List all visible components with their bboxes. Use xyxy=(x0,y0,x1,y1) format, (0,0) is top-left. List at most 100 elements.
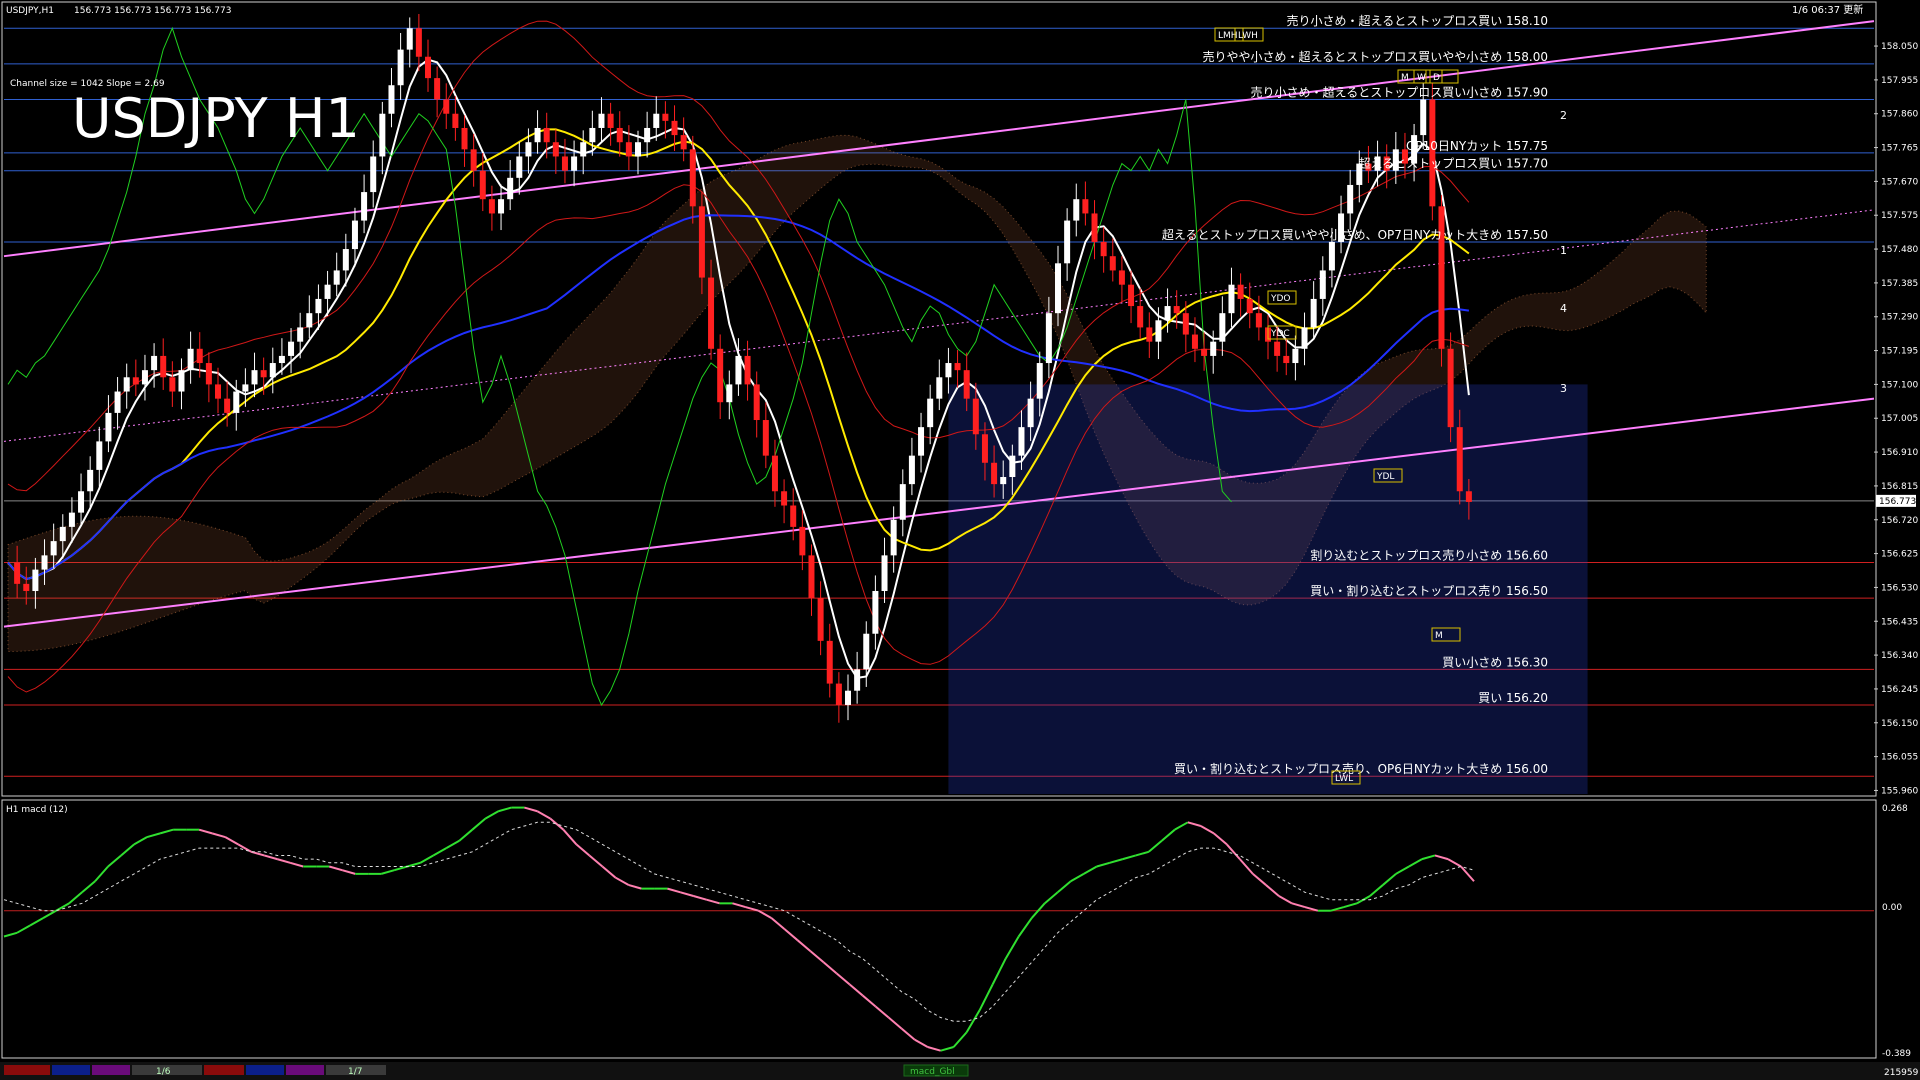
candle-body xyxy=(1274,341,1281,356)
current-price-label: 156.773 xyxy=(1879,497,1916,507)
axis-tick-label: 156.150 xyxy=(1881,719,1918,729)
fib-label: 4 xyxy=(1560,302,1567,315)
candle-body xyxy=(735,355,742,385)
candle-body xyxy=(981,434,988,463)
candle-body xyxy=(817,598,824,641)
candle-body xyxy=(616,127,623,143)
candle-body xyxy=(242,384,249,392)
candle-body xyxy=(561,156,568,171)
axis-tick-label: 156.245 xyxy=(1881,685,1918,695)
candle-body xyxy=(635,142,641,157)
candle-body xyxy=(488,199,495,214)
candle-body xyxy=(936,377,943,399)
candle-body xyxy=(388,85,395,114)
candle-body xyxy=(224,398,231,413)
marker-label: YDO xyxy=(1270,294,1291,304)
macd-label: H1 macd (12) xyxy=(6,805,68,815)
color-tab-blue-2[interactable] xyxy=(246,1065,284,1075)
candle-body xyxy=(1000,477,1007,485)
candle-body xyxy=(708,277,715,349)
color-tab-purple-2[interactable] xyxy=(286,1065,324,1075)
candle-body xyxy=(397,49,404,86)
candle-body xyxy=(205,363,212,385)
candle-body xyxy=(351,220,358,250)
marker-label: W xyxy=(1417,73,1426,83)
candle-body xyxy=(1055,263,1061,314)
marker-label: LWL xyxy=(1335,774,1353,784)
candle-body xyxy=(1045,313,1052,364)
candle-body xyxy=(963,370,970,399)
candle-body xyxy=(196,348,203,364)
candle-body xyxy=(945,363,952,378)
candle-body xyxy=(790,505,797,527)
candle-body xyxy=(662,113,669,121)
candle-body xyxy=(826,640,833,684)
axis-tick-label: 157.195 xyxy=(1881,347,1918,357)
candle-body xyxy=(32,569,39,591)
candle-body xyxy=(1283,355,1290,364)
candle-body xyxy=(178,370,185,392)
axis-tick-label: 157.860 xyxy=(1881,110,1918,120)
symbol-info: USDJPY,H1 xyxy=(6,6,54,16)
candle-body xyxy=(96,441,103,470)
axis-tick-label: 157.575 xyxy=(1881,211,1918,221)
candle-body xyxy=(872,590,879,634)
level-label: 買い小さめ 156.30 xyxy=(1442,655,1548,669)
axis-tick-label: 156.055 xyxy=(1881,753,1918,763)
candle-body xyxy=(1137,306,1144,328)
color-tab-blue[interactable] xyxy=(52,1065,90,1075)
candle-body xyxy=(498,199,505,214)
marker-label: YDL xyxy=(1376,472,1394,482)
candle-body xyxy=(863,633,870,670)
candle-body xyxy=(306,313,313,328)
candle-body xyxy=(333,270,340,285)
update-datetime: 1/6 06:37 更新 xyxy=(1792,3,1863,16)
macd-top-value: 0.268 xyxy=(1882,804,1908,814)
marker-label: D xyxy=(1433,73,1440,83)
candle-body xyxy=(1465,491,1472,502)
candle-body xyxy=(123,377,130,392)
candle-body xyxy=(315,298,322,314)
axis-tick-label: 158.050 xyxy=(1881,42,1918,52)
bottom-bar: 1/6 1/7 macd_Gbl 215959 xyxy=(0,1062,1920,1080)
candle-body xyxy=(1027,398,1034,428)
candle-body xyxy=(717,348,724,403)
candle-body xyxy=(342,249,349,271)
candle-body xyxy=(297,327,304,342)
candle-body xyxy=(899,484,906,520)
candle-body xyxy=(1018,427,1025,456)
indicator-tab-label: macd_Gbl xyxy=(910,1067,955,1077)
candle-body xyxy=(1328,241,1335,271)
axis-tick-label: 156.340 xyxy=(1881,651,1918,661)
ohlc-values: 156.773 156.773 156.773 156.773 xyxy=(74,6,231,16)
axis-tick-label: 157.005 xyxy=(1881,414,1918,424)
candle-body xyxy=(918,427,925,456)
fib-label: 3 xyxy=(1560,382,1567,395)
candle-body xyxy=(516,156,523,178)
candle-body xyxy=(78,491,85,513)
candle-body xyxy=(799,526,806,556)
color-tab-purple[interactable] xyxy=(92,1065,130,1075)
candle-body xyxy=(525,142,532,157)
candle-body xyxy=(1210,341,1217,356)
axis-tick-label: 156.435 xyxy=(1881,617,1918,627)
candle-body xyxy=(881,555,888,591)
level-label: OP10日NYカット 157.75 xyxy=(1406,139,1548,153)
candle-body xyxy=(680,135,687,150)
candle-body xyxy=(927,398,934,428)
candle-body xyxy=(1082,199,1089,214)
color-tab-red[interactable] xyxy=(4,1065,50,1075)
axis-tick-label: 156.815 xyxy=(1881,482,1918,492)
candle-body xyxy=(1091,213,1098,242)
candle-body xyxy=(1146,327,1153,342)
color-tab-red-2[interactable] xyxy=(204,1065,244,1075)
candle-body xyxy=(1246,298,1253,314)
level-label: 売り小さめ・超えるとストップロス買い小さめ 157.90 xyxy=(1251,84,1548,99)
price-chart[interactable]: 売り小さめ・超えるとストップロス買い 158.10 売りやや小さめ・超えるとストッ… xyxy=(0,0,1920,1080)
candle-body xyxy=(41,555,48,570)
marker-label: YDC xyxy=(1270,329,1290,339)
candle-body xyxy=(132,377,139,385)
candle-body xyxy=(379,113,386,157)
candle-body xyxy=(890,519,897,556)
candle-body xyxy=(543,127,550,143)
